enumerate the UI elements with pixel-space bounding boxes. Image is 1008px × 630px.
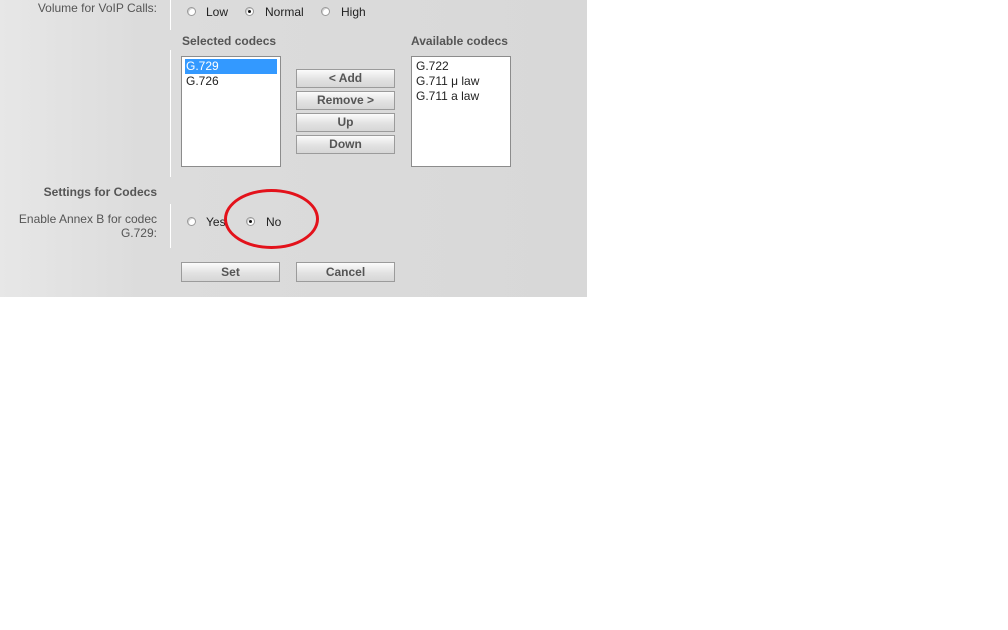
move-up-button[interactable]: Up — [296, 113, 395, 132]
volume-label: Volume for VoIP Calls: — [37, 1, 157, 15]
settings-panel: Volume for VoIP Calls: Low Normal High S… — [0, 0, 587, 297]
list-item-selected-codec[interactable]: G.726 — [185, 74, 277, 89]
list-item-available-codec[interactable]: G.722 — [415, 59, 507, 74]
move-down-button[interactable]: Down — [296, 135, 395, 154]
annex-b-radio-yes[interactable] — [187, 217, 196, 226]
list-item-selected-codec[interactable]: G.729 — [185, 59, 277, 74]
annex-b-label-line2: G.729: — [120, 226, 157, 240]
volume-option-normal: Normal — [265, 5, 304, 19]
highlight-circle-annotation — [224, 189, 319, 249]
volume-option-low: Low — [206, 5, 229, 19]
remove-codec-button[interactable]: Remove > — [296, 91, 395, 110]
selected-codecs-list[interactable]: G.729 G.726 — [181, 56, 281, 167]
volume-radio-high[interactable] — [321, 7, 330, 16]
volume-radio-normal[interactable] — [245, 7, 254, 16]
cancel-button[interactable]: Cancel — [296, 262, 395, 282]
add-codec-button[interactable]: < Add — [296, 69, 395, 88]
selected-codecs-header: Selected codecs — [182, 34, 277, 48]
column-divider — [170, 204, 171, 248]
column-divider — [170, 0, 171, 30]
column-divider — [170, 50, 171, 177]
annex-b-option-yes: Yes — [206, 215, 226, 229]
available-codecs-header: Available codecs — [411, 34, 508, 48]
set-button[interactable]: Set — [181, 262, 280, 282]
volume-option-high: High — [341, 5, 366, 19]
codec-settings-header: Settings for Codecs — [43, 185, 157, 199]
annex-b-label-line1: Enable Annex B for codec — [18, 212, 157, 226]
annex-b-label: Enable Annex B for codec G.729: — [0, 212, 157, 240]
volume-radio-low[interactable] — [187, 7, 196, 16]
available-codecs-list[interactable]: G.722 G.711 μ law G.711 a law — [411, 56, 511, 167]
list-item-available-codec[interactable]: G.711 a law — [415, 89, 507, 104]
list-item-available-codec[interactable]: G.711 μ law — [415, 74, 507, 89]
